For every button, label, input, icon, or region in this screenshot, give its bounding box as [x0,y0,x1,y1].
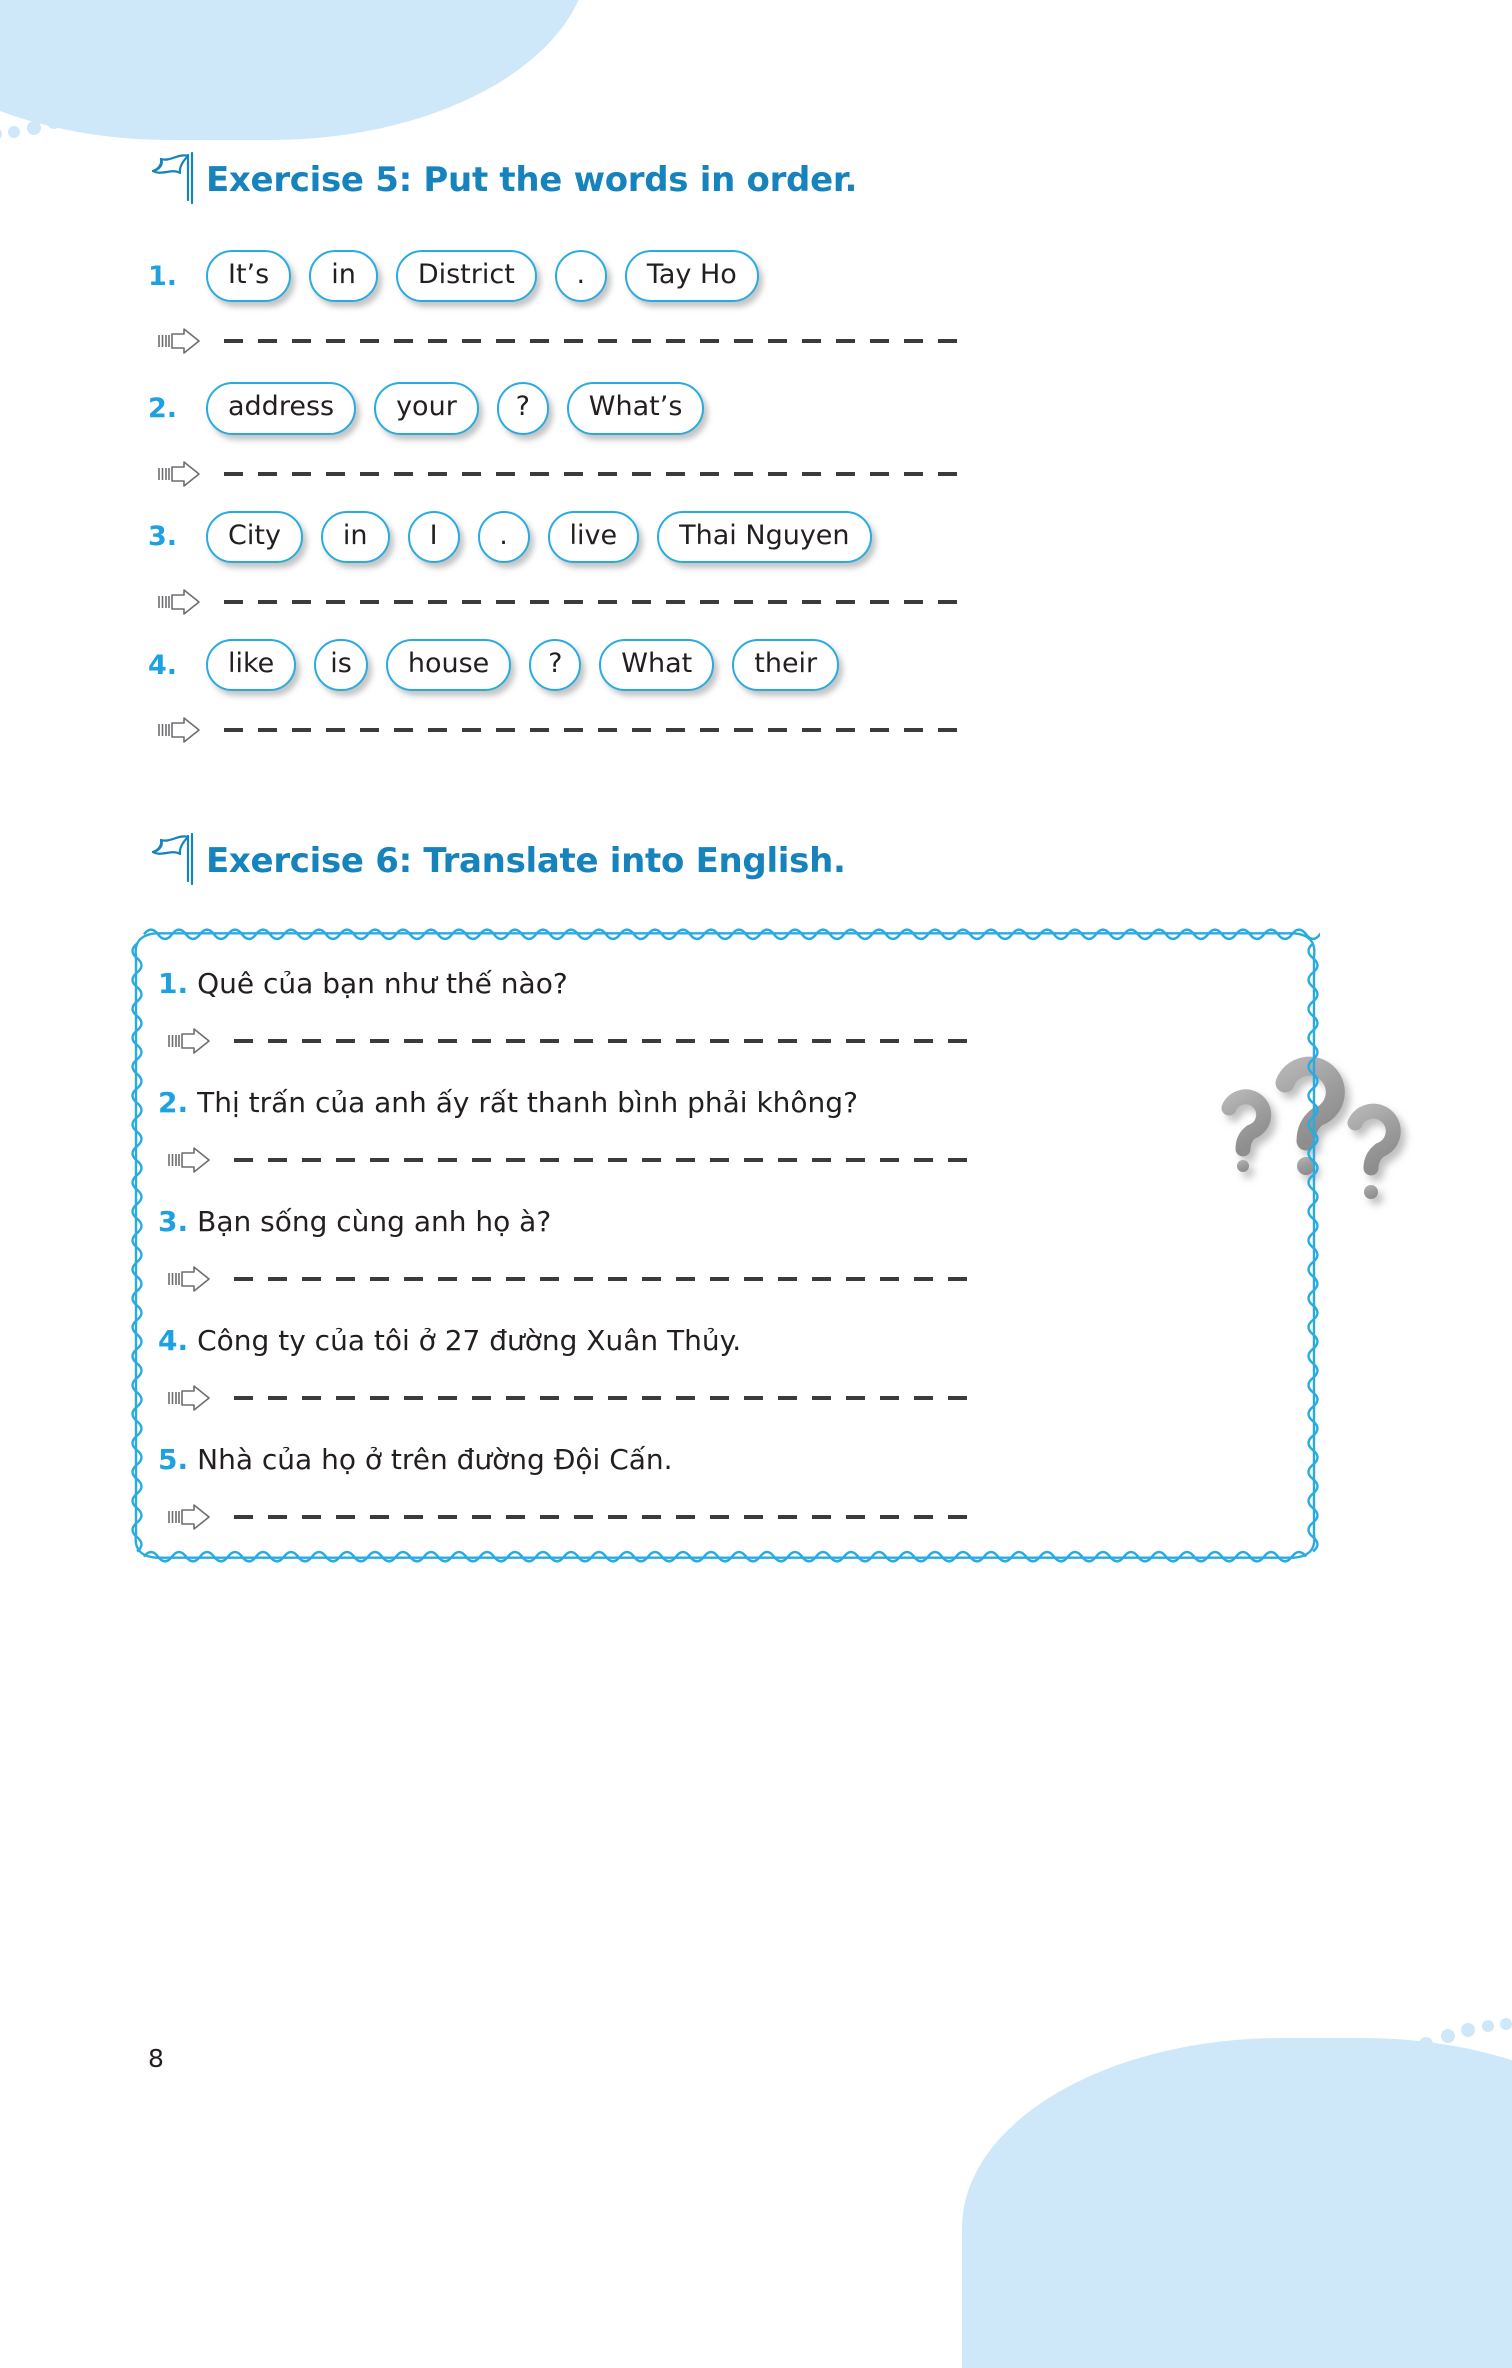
question-text: Nhà của họ ở trên đường Đội Cấn. [197,1443,673,1477]
answer-blank-line[interactable] [224,339,964,344]
exercise5-answer-row [148,459,1512,489]
answer-blank-line[interactable] [234,1158,974,1163]
word-chip[interactable]: their [732,639,840,692]
answer-blank-line[interactable] [234,1515,974,1520]
word-chip-group: like is house ? What their [206,639,840,692]
arrow-right-icon [158,717,200,744]
word-chip[interactable]: ? [529,639,582,692]
word-chip[interactable]: What [599,639,715,692]
answer-blank-line[interactable] [224,600,964,605]
question-number: 2. [158,1086,189,1120]
answer-blank-line[interactable] [234,1396,974,1401]
translate-answer-row [158,1502,1320,1532]
exercise6-heading: Exercise 6: Translate into English. [148,831,1512,891]
word-chip-group: It’s in District . Tay Ho [206,250,759,303]
exercise5-question-row: 4. like is house ? What their [148,639,1512,692]
question-number: 4. [148,649,178,681]
question-text: Quê của bạn như thế nào? [197,967,568,1001]
translate-answer-box: 1. Quê của bạn như thế nào? 2. Thị trấn … [130,925,1320,1566]
question-number: 5. [158,1443,189,1477]
arrow-right-icon [168,1147,210,1174]
exercise5-question-row: 1. It’s in District . Tay Ho [148,250,1512,303]
dots-decoration-bottom-right [1047,2018,1512,2166]
word-chip[interactable]: your [374,382,479,435]
exercise5-heading: Exercise 5: Put the words in order. [148,150,1512,210]
exercise5-question-row: 2. address your ? What’s [148,382,1512,435]
word-chip[interactable]: I [407,510,460,564]
question-number: 2. [148,393,178,425]
word-chip[interactable]: What’s [566,382,705,435]
question-number: 1. [148,260,178,292]
translate-question: 5. Nhà của họ ở trên đường Đội Cấn. [158,1443,1320,1476]
answer-blank-line[interactable] [234,1277,974,1282]
answer-blank-line[interactable] [234,1039,974,1044]
exercise5-answer-row [148,326,1512,356]
translate-question: 4. Công ty của tôi ở 27 đường Xuân Thủy. [158,1324,1320,1357]
word-chip[interactable]: District [395,250,537,303]
arrow-right-icon [168,1504,210,1531]
answer-blank-line[interactable] [224,728,964,733]
exercise5-question-row: 3. City in I . live Thai Nguyen [148,510,1512,564]
word-chip[interactable]: address [206,382,357,435]
word-chip-group: address your ? What’s [206,382,705,435]
word-chip[interactable]: is [314,639,368,692]
word-chip[interactable]: ? [496,382,549,435]
exercise6-title: Exercise 6: Translate into English. [206,841,846,882]
exercise5-answer-row [148,715,1512,745]
page-number: 8 [148,2044,164,2073]
flag-icon [151,833,194,886]
word-chip[interactable]: house [385,639,512,692]
word-chip[interactable]: . [554,250,607,303]
question-text: Thị trấn của anh ấy rất thanh bình phải … [197,1086,858,1120]
word-chip[interactable]: like [206,639,297,692]
word-chip[interactable]: It’s [206,250,292,303]
word-chip-group: City in I . live Thai Nguyen [206,510,872,564]
arrow-right-icon [158,589,200,615]
exercise5-answer-row [148,587,1512,617]
word-chip[interactable]: in [309,250,378,303]
arrow-right-icon [168,1266,210,1293]
word-chip[interactable]: . [477,510,530,564]
question-text: Bạn sống cùng anh họ à? [197,1205,552,1239]
arrow-right-icon [158,328,200,355]
translate-question: 3. Bạn sống cùng anh họ à? [158,1205,1320,1238]
question-number: 3. [148,521,178,553]
translate-answer-row [158,1264,1320,1294]
translate-answer-row [158,1026,1320,1056]
flag-icon [151,151,194,205]
arrow-right-icon [168,1385,210,1412]
translate-question: 1. Quê của bạn như thế nào? [158,967,1320,1000]
question-number: 3. [158,1205,189,1239]
question-number: 1. [158,967,189,1001]
arrow-right-icon [168,1028,210,1055]
translate-answer-row [158,1383,1320,1413]
word-chip[interactable]: in [320,510,390,564]
answer-blank-line[interactable] [224,471,964,476]
arrow-right-icon [158,460,200,487]
word-chip[interactable]: live [547,510,640,564]
translate-answer-row [158,1145,1320,1175]
exercise5-title: Exercise 5: Put the words in order. [206,160,858,200]
question-number: 4. [158,1324,189,1358]
word-chip[interactable]: Thai Nguyen [657,510,872,564]
question-text: Công ty của tôi ở 27 đường Xuân Thủy. [197,1324,742,1358]
translate-question: 2. Thị trấn của anh ấy rất thanh bình ph… [158,1086,1320,1119]
word-chip[interactable]: City [206,510,303,564]
word-chip[interactable]: Tay Ho [624,250,759,303]
